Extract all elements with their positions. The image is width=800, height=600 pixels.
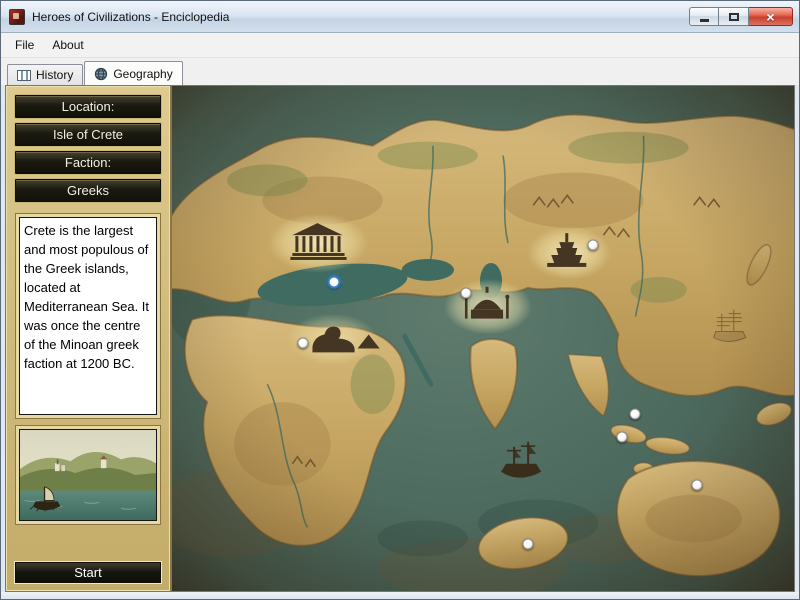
history-icon [17, 70, 31, 81]
illustration-frame [15, 425, 161, 525]
tab-geography-label: Geography [113, 67, 172, 81]
minimize-button[interactable] [689, 7, 719, 26]
close-icon: × [766, 10, 774, 24]
map-marker[interactable] [616, 431, 627, 442]
menubar: File About [1, 33, 799, 58]
crete-illustration [19, 429, 157, 521]
world-map [172, 86, 794, 591]
maximize-icon [729, 13, 739, 21]
map-marker[interactable] [297, 337, 308, 348]
faction-label: Faction: [15, 151, 161, 174]
start-button[interactable]: Start [15, 562, 161, 583]
map-marker[interactable] [588, 240, 599, 251]
location-label: Location: [15, 95, 161, 118]
app-window: Heroes of Civilizations - Enciclopedia ×… [0, 0, 800, 600]
close-button[interactable]: × [749, 7, 793, 26]
map-marker[interactable] [691, 480, 702, 491]
description-text: Crete is the largest and most populous o… [19, 217, 157, 415]
sidebar: Location: Isle of Crete Faction: Greeks … [6, 86, 172, 591]
client-area: Location: Isle of Crete Faction: Greeks … [5, 85, 795, 592]
map-marker[interactable] [461, 287, 472, 298]
menu-about[interactable]: About [43, 34, 92, 56]
description-frame: Crete is the largest and most populous o… [15, 213, 161, 419]
map-markers [172, 86, 794, 591]
globe-icon [94, 67, 108, 81]
tabstrip: History Geography [1, 58, 799, 85]
window-title: Heroes of Civilizations - Enciclopedia [32, 10, 229, 24]
maximize-button[interactable] [719, 7, 749, 26]
titlebar: Heroes of Civilizations - Enciclopedia × [1, 1, 799, 33]
map-marker-selected[interactable] [328, 275, 341, 288]
faction-value: Greeks [15, 179, 161, 202]
tab-history[interactable]: History [7, 64, 83, 85]
tab-history-label: History [36, 68, 73, 82]
app-icon [9, 9, 25, 25]
menu-file[interactable]: File [6, 34, 43, 56]
window-controls: × [689, 7, 793, 26]
tab-geography[interactable]: Geography [84, 61, 182, 85]
location-value: Isle of Crete [15, 123, 161, 146]
map-marker[interactable] [630, 409, 641, 420]
minimize-icon [700, 19, 709, 22]
window-bottom-frame [1, 592, 799, 599]
map-marker[interactable] [523, 538, 534, 549]
